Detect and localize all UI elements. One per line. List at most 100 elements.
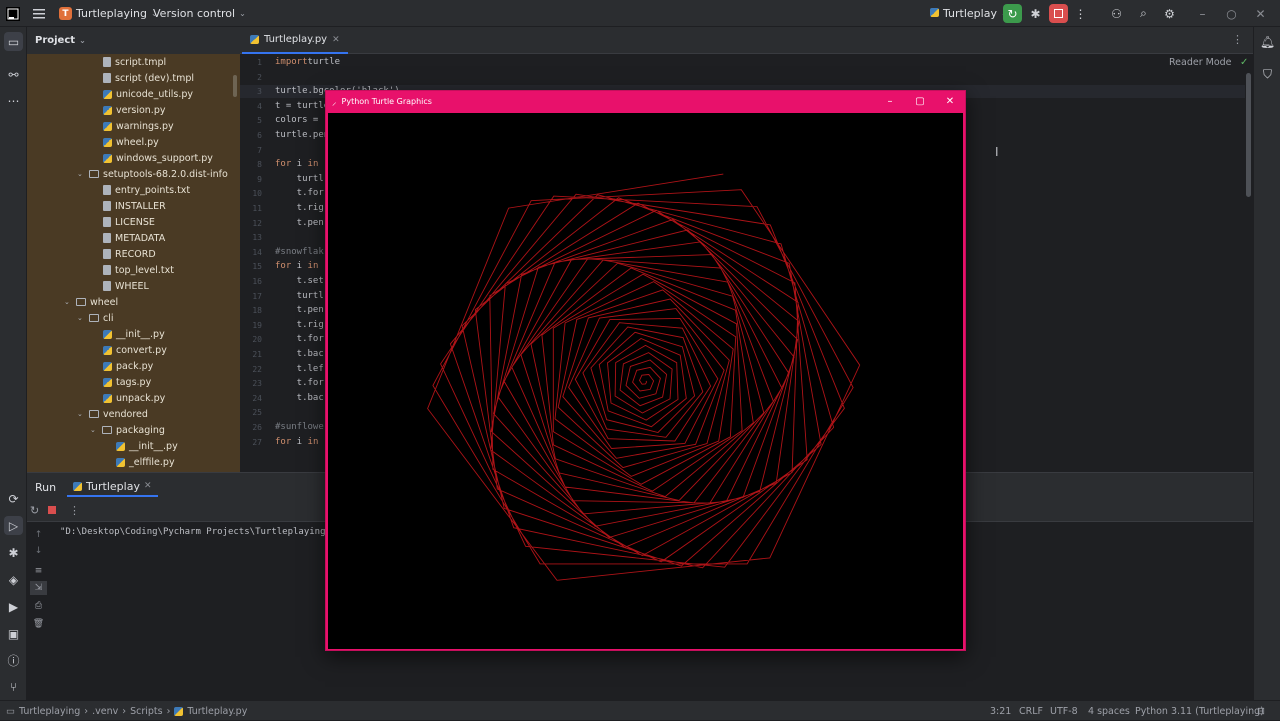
tree-item[interactable]: _elffile.py xyxy=(116,454,175,470)
tree-item[interactable]: pack.py xyxy=(103,358,153,374)
chevron-down-icon[interactable]: ⌄ xyxy=(90,426,98,434)
rerun-icon[interactable]: ↻ xyxy=(1003,4,1022,23)
line-separator[interactable]: CRLF xyxy=(1019,701,1043,721)
tree-item[interactable]: top_level.txt xyxy=(103,262,174,278)
tree-item[interactable]: ⌄ packaging xyxy=(90,422,165,438)
chevron-down-icon[interactable]: ⌄ xyxy=(77,410,85,418)
tree-item[interactable]: ⌄ cli xyxy=(77,310,114,326)
maximize-icon[interactable]: ○ xyxy=(1222,4,1241,23)
minimize-icon[interactable]: – xyxy=(878,93,902,110)
scroll-end-icon[interactable]: ⇲ xyxy=(30,581,47,595)
code-token: t.rig xyxy=(275,319,324,330)
settings-icon[interactable]: ⚙ xyxy=(1160,4,1179,23)
logo-icon[interactable] xyxy=(6,0,20,27)
project-panel-header[interactable]: Project ⌄ xyxy=(27,27,240,54)
chevron-down-icon[interactable]: ⌄ xyxy=(77,170,85,178)
caret-position[interactable]: 3:21 xyxy=(990,701,1011,721)
chevron-down-icon[interactable]: ⌄ xyxy=(77,314,85,322)
project-badge: T xyxy=(59,7,72,20)
tree-item[interactable]: __init__.py xyxy=(103,326,165,342)
debug-tool-icon[interactable]: ✱ xyxy=(4,543,23,562)
turtle-canvas[interactable] xyxy=(328,113,963,649)
project-selector[interactable]: T Turtleplaying ⌄ xyxy=(59,0,158,27)
tree-item[interactable]: convert.py xyxy=(103,342,167,358)
file-encoding[interactable]: UTF-8 xyxy=(1050,701,1078,721)
more-icon[interactable]: ⋮ xyxy=(69,504,80,517)
debug-icon[interactable]: ✱ xyxy=(1026,4,1045,23)
tree-item[interactable]: INSTALLER xyxy=(103,198,166,214)
more-icon[interactable]: ⋮ xyxy=(1071,4,1090,23)
services-icon[interactable]: ▶ xyxy=(4,597,23,616)
tree-item[interactable]: wheel.py xyxy=(103,134,159,150)
project-tool-icon[interactable]: ▭ xyxy=(4,32,23,51)
tree-item[interactable]: ⌄ setuptools-68.2.0.dist-info xyxy=(77,166,228,182)
tabs-more-icon[interactable]: ⋮ xyxy=(1232,33,1243,46)
line-number: 23 xyxy=(252,379,262,389)
indent-setting[interactable]: 4 spaces xyxy=(1088,701,1130,721)
trash-icon[interactable]: 🗑︎ xyxy=(30,617,47,631)
stop-icon[interactable] xyxy=(1049,4,1068,23)
more-tools-icon[interactable]: ⋯ xyxy=(4,91,23,110)
tree-item[interactable]: version.py xyxy=(103,102,165,118)
run-tool-icon[interactable]: ▷ xyxy=(4,516,23,535)
print-icon[interactable]: ⎙ xyxy=(30,599,47,613)
tree-item[interactable]: WHEEL xyxy=(103,278,149,294)
project-scrollbar[interactable] xyxy=(233,75,237,97)
tree-item[interactable]: script (dev).tmpl xyxy=(103,70,194,86)
tab-turtleplay[interactable]: Turtleplay.py ✕ xyxy=(242,27,348,54)
tree-item-label: __init__.py xyxy=(129,440,178,452)
layers-icon[interactable]: ◈ xyxy=(4,570,23,589)
interpreter[interactable]: Python 3.11 (Turtleplaying) xyxy=(1135,701,1264,721)
close-icon[interactable]: ✕ xyxy=(332,35,340,45)
tree-item[interactable]: entry_points.txt xyxy=(103,182,190,198)
tree-item[interactable]: __init__.py xyxy=(116,438,178,454)
tree-item[interactable]: warnings.py xyxy=(103,118,174,134)
maximize-icon[interactable]: ▢ xyxy=(908,93,932,110)
up-arrow-icon[interactable]: ↑ xyxy=(30,528,47,542)
add-user-icon[interactable]: ⚇ xyxy=(1107,4,1126,23)
code-token: t.bac xyxy=(275,349,324,359)
search-icon[interactable]: ⌕ xyxy=(1134,4,1153,23)
tree-item[interactable]: RECORD xyxy=(103,246,156,262)
tree-item[interactable]: ⌄ wheel xyxy=(64,294,118,310)
minimize-icon[interactable]: – xyxy=(1193,4,1212,23)
breadcrumb-item[interactable]: Turtleplay.py xyxy=(187,706,247,717)
tree-item[interactable]: windows_support.py xyxy=(103,150,213,166)
tree-item[interactable]: METADATA xyxy=(103,230,165,246)
reader-mode-button[interactable]: Reader Mode xyxy=(1169,57,1232,68)
close-icon[interactable]: ✕ xyxy=(144,481,152,491)
run-config-selector[interactable]: Turtleplay ⌄ xyxy=(930,0,1008,27)
lock-icon[interactable]: ⊡ xyxy=(1257,701,1265,721)
vcs-selector[interactable]: Version control ⌄ xyxy=(153,0,246,27)
close-icon[interactable]: ✕ xyxy=(938,93,962,110)
terminal-icon[interactable]: ▣ xyxy=(4,624,23,643)
tree-item[interactable]: script.tmpl xyxy=(103,54,166,70)
tab-run-config[interactable]: Turtleplay ✕ xyxy=(67,477,158,497)
breadcrumb-item[interactable]: Turtleplaying xyxy=(19,706,80,717)
tree-item[interactable]: tags.py xyxy=(103,374,151,390)
problems-icon[interactable]: ⓘ xyxy=(4,651,23,670)
tree-item[interactable]: unpack.py xyxy=(103,390,165,406)
hamburger-icon[interactable] xyxy=(33,0,45,27)
wrap-icon[interactable]: ≡ xyxy=(30,564,47,578)
chevron-down-icon[interactable]: ⌄ xyxy=(64,298,72,306)
structure-icon[interactable]: ⚯ xyxy=(4,65,23,84)
git-icon[interactable]: ⑂ xyxy=(4,677,23,696)
run-tab[interactable]: Run xyxy=(35,481,56,494)
shield-icon[interactable]: ⛉ xyxy=(1258,65,1277,84)
tree-item[interactable]: ⌄ vendored xyxy=(77,406,148,422)
down-arrow-icon[interactable]: ↓ xyxy=(30,544,47,558)
rerun-icon[interactable]: ↻ xyxy=(30,504,39,517)
console-output[interactable]: "D:\Desktop\Coding\Pycharm Projects\Turt… xyxy=(60,527,331,537)
close-icon[interactable]: ✕ xyxy=(1251,4,1270,23)
tree-item[interactable]: LICENSE xyxy=(103,214,155,230)
editor-scrollbar[interactable] xyxy=(1246,73,1251,197)
code-token: t.bac xyxy=(275,392,324,403)
python-packages-icon[interactable]: ⟳ xyxy=(4,489,23,508)
breadcrumb-item[interactable]: Scripts xyxy=(130,706,163,717)
breadcrumb-item[interactable]: .venv xyxy=(92,706,118,717)
tree-item[interactable]: unicode_utils.py xyxy=(103,86,193,102)
turtle-window-titlebar[interactable]: ⸝ Python Turtle Graphics xyxy=(326,91,965,112)
stop-icon[interactable] xyxy=(48,506,56,514)
notifications-icon[interactable]: 🔔︎ xyxy=(1258,32,1277,51)
